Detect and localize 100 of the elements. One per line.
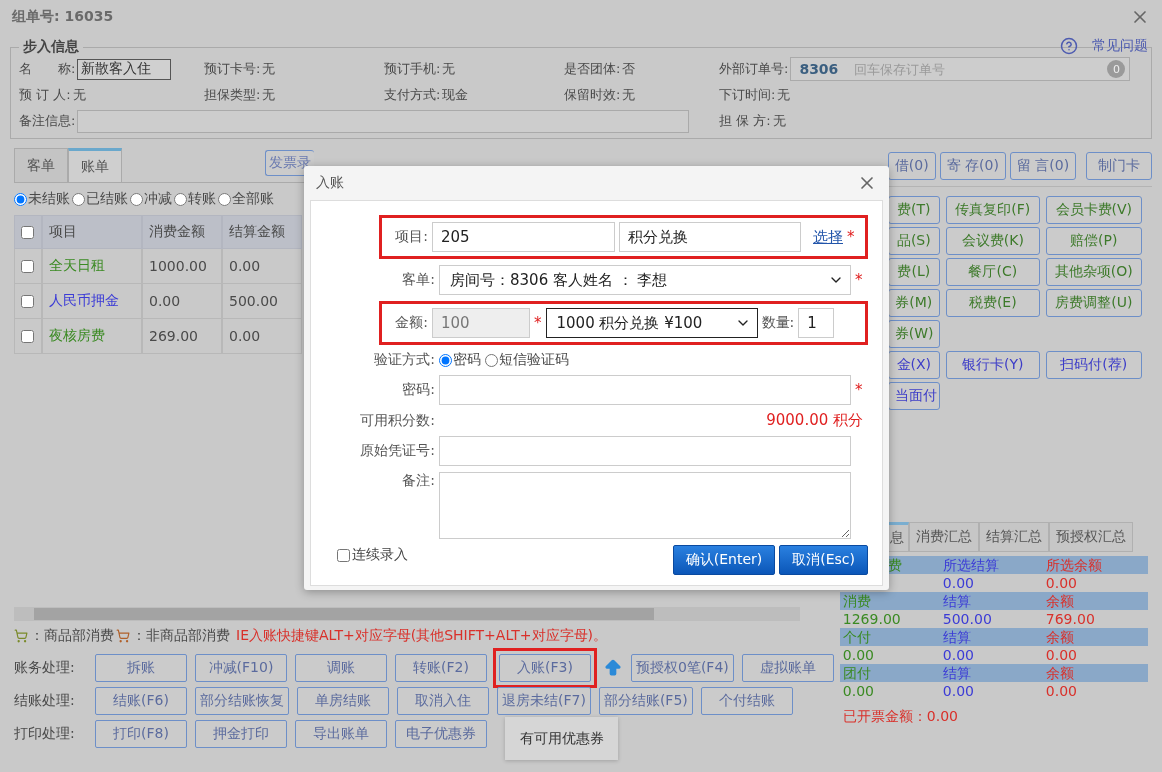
action-button[interactable]: 结账(F6): [95, 686, 187, 715]
table-cell: 0.00: [222, 319, 302, 354]
filter-option[interactable]: 全部账: [218, 190, 274, 208]
charge-button[interactable]: 餐厅(C): [945, 258, 1040, 286]
legend-text: ：商品部消费: [30, 627, 114, 645]
tab[interactable]: 账单: [68, 148, 122, 182]
action-button[interactable]: 部分结账恢复: [195, 686, 289, 715]
field-value: 否: [622, 60, 636, 78]
payment-button[interactable]: 扫码付(荐): [1045, 351, 1142, 379]
continuous-checkbox[interactable]: 连续录入: [337, 546, 408, 564]
checkbox[interactable]: [21, 294, 34, 308]
radio-button[interactable]: [439, 353, 452, 367]
help-link[interactable]: 常见问题: [1060, 37, 1148, 55]
field-label: 金额:: [394, 314, 428, 332]
toolbar-button[interactable]: 制门卡: [1086, 152, 1153, 180]
invoice-button[interactable]: 发票录: [264, 150, 314, 176]
action-button[interactable]: 拆账: [95, 653, 187, 682]
action-button[interactable]: 单房结账: [297, 686, 389, 715]
table-cell: 夜核房费: [42, 319, 142, 354]
remark-input[interactable]: [77, 109, 690, 133]
radio-button[interactable]: [130, 192, 143, 206]
name-input[interactable]: 新散客入住: [77, 58, 172, 80]
action-button[interactable]: 取消入住: [397, 686, 489, 715]
radio-option[interactable]: 短信验证码: [485, 351, 569, 369]
tooltip: 有可用优惠券: [505, 717, 618, 760]
tab[interactable]: 消费汇总: [908, 522, 979, 552]
filter-option[interactable]: 已结账: [72, 190, 128, 208]
text-input[interactable]: [439, 436, 851, 466]
checkbox[interactable]: [21, 225, 34, 239]
radio-button[interactable]: [485, 353, 498, 367]
scrollbar[interactable]: [14, 607, 800, 621]
charge-button[interactable]: 会议费(K): [945, 227, 1040, 255]
action-button[interactable]: 导出账单: [295, 719, 387, 748]
checkbox[interactable]: [21, 329, 34, 343]
payment-button[interactable]: 金(X): [887, 351, 940, 379]
action-button[interactable]: 预授权0笔(F4): [631, 653, 734, 682]
field-label: 备注信息:: [19, 112, 76, 130]
charge-button[interactable]: 费(T): [887, 196, 940, 224]
item-code-input[interactable]: 205: [432, 222, 615, 252]
count-badge: 0: [1107, 60, 1126, 78]
payment-button[interactable]: 银行卡(Y): [945, 351, 1040, 379]
shortcut-hint: IE入账快捷键ALT+对应字母(其他SHIFT+ALT+对应字母)。: [236, 627, 607, 645]
text-input[interactable]: [439, 375, 851, 405]
radio-option[interactable]: 密码: [439, 351, 481, 369]
confirm-button[interactable]: 确认(Enter): [672, 545, 776, 575]
field-label: 预订卡号:: [204, 60, 261, 78]
charge-button[interactable]: 其他杂项(O): [1045, 258, 1142, 286]
radio-button[interactable]: [218, 192, 231, 206]
cancel-button[interactable]: 取消(Esc): [779, 545, 868, 575]
field-label: 验证方式:: [373, 351, 435, 369]
filter-option[interactable]: 冲减: [130, 190, 172, 208]
table-cell: 0.00: [142, 284, 222, 319]
charge-button[interactable]: 赔偿(P): [1045, 227, 1142, 255]
table-cell-text: 0.00: [941, 682, 975, 700]
charge-button[interactable]: 传真复印(F): [945, 196, 1040, 224]
column-header: 消费: [839, 592, 940, 610]
action-button[interactable]: 个付结账: [700, 686, 793, 715]
filter-option[interactable]: 转账: [174, 190, 216, 208]
row-label: 结账处理:: [14, 691, 76, 710]
radio-button[interactable]: [174, 192, 187, 206]
guest-select[interactable]: 房间号：8306 客人姓名 ： 李想: [439, 265, 851, 295]
action-button[interactable]: 冲减(F10): [195, 653, 287, 682]
action-button[interactable]: 部分结账(F5): [598, 686, 693, 715]
tab[interactable]: 结算汇总: [978, 522, 1049, 552]
charge-button[interactable]: 房费调整(U): [1045, 289, 1142, 317]
filter-option[interactable]: 未结账: [14, 190, 70, 208]
charge-button[interactable]: 券(W): [887, 320, 940, 348]
action-button[interactable]: 转账(F2): [395, 653, 487, 682]
action-button[interactable]: 入账(F3): [499, 653, 591, 682]
charge-button[interactable]: 税费(E): [945, 289, 1040, 317]
toolbar-button[interactable]: 留 言(0): [1009, 152, 1077, 180]
field-value: 无: [777, 86, 791, 104]
tab[interactable]: 客单: [14, 148, 68, 182]
select-link[interactable]: 选择: [813, 227, 843, 247]
toolbar-button[interactable]: 借(0): [887, 152, 936, 180]
item-name-input[interactable]: 积分兑换: [619, 222, 801, 252]
checkbox[interactable]: [21, 259, 34, 273]
up-arrow-icon[interactable]: [603, 657, 623, 678]
charge-button[interactable]: 费(L): [887, 258, 940, 286]
charge-button[interactable]: 券(M): [887, 289, 940, 317]
charge-button[interactable]: 品(S): [887, 227, 940, 255]
payment-button[interactable]: 当面付: [887, 382, 940, 410]
radio-button[interactable]: [72, 192, 85, 206]
action-button[interactable]: 调账: [295, 653, 387, 682]
field-label: 担保类型:: [204, 86, 261, 104]
field-value: 无: [622, 86, 636, 104]
action-button[interactable]: 押金打印: [195, 719, 287, 748]
tab[interactable]: 预授权汇总: [1048, 522, 1133, 552]
checkbox[interactable]: [337, 548, 350, 562]
action-button[interactable]: 虚拟账单: [741, 653, 834, 682]
action-button[interactable]: 电子优惠券: [395, 719, 487, 748]
action-button[interactable]: 退房未结(F7): [497, 686, 591, 715]
table-cell-text: 0.00: [1044, 646, 1078, 664]
radio-button[interactable]: [14, 192, 27, 206]
charge-button[interactable]: 会员卡费(V): [1045, 196, 1142, 224]
action-button[interactable]: 打印(F8): [95, 719, 187, 748]
table-cell-text: 0.00: [1044, 574, 1078, 592]
field-value: 无: [442, 60, 456, 78]
points-value: 9000.00 积分: [765, 411, 863, 430]
toolbar-button[interactable]: 寄 存(0): [939, 152, 1006, 180]
